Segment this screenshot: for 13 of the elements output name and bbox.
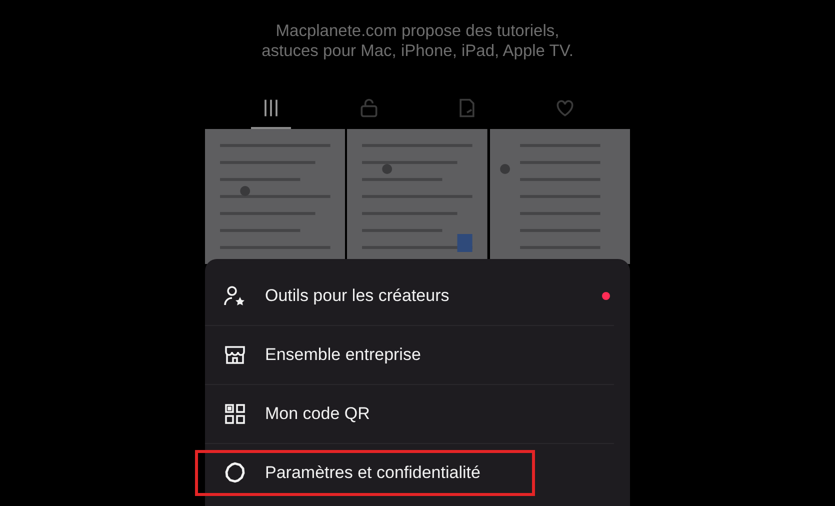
menu-item[interactable]: Ensemble entreprise (205, 332, 421, 378)
person-star-icon (223, 284, 247, 308)
menu-item[interactable]: Mon code QR (205, 391, 370, 437)
qr-code-icon (223, 402, 247, 426)
menu-item-label: Ensemble entreprise (265, 345, 421, 365)
profile-bio: Macplanete.com propose des tutoriels, astuces pour Mac, iPhone, iPad, Apple TV. (260, 21, 574, 61)
menu-item-label: Mon code QR (265, 404, 370, 424)
settings-icon (223, 461, 247, 485)
store-icon (223, 343, 247, 367)
highlight-frame[interactable]: Paramètres et confidentialité (195, 450, 535, 496)
menu-item[interactable]: Outils pour les créateurs (205, 273, 450, 319)
menu-item-label: Outils pour les créateurs (265, 286, 450, 306)
menu-item-label: Paramètres et confidentialité (265, 463, 480, 483)
